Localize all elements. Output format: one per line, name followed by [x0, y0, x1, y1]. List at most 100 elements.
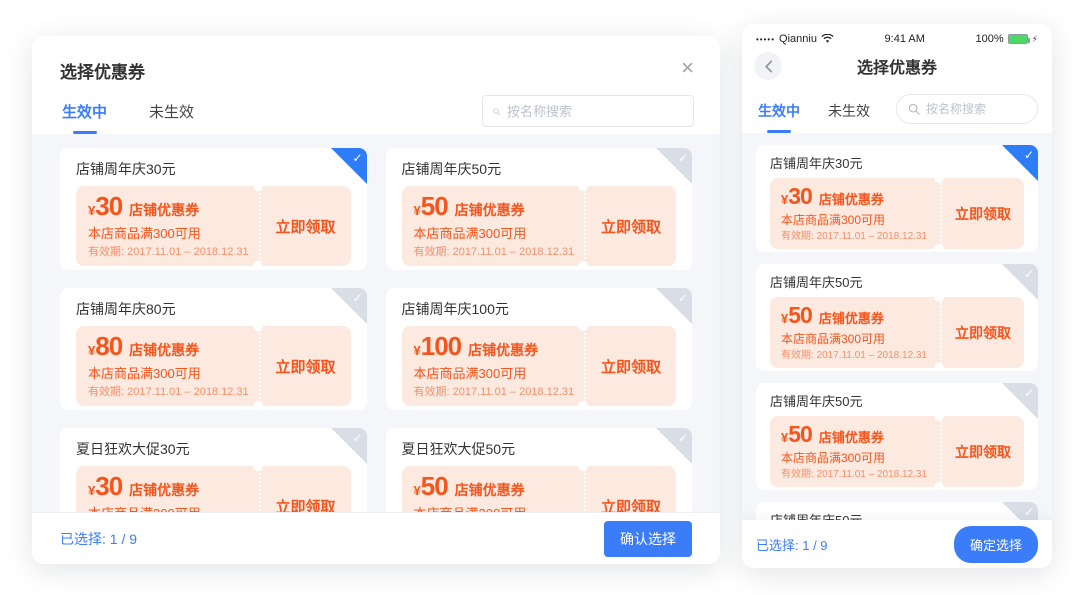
- coupon-info: ¥100店铺优惠券 本店商品满300可用 有效期: 2017.11.01 – 2…: [402, 326, 585, 406]
- tab-active-coupons[interactable]: 生效中: [60, 89, 109, 134]
- search-box: [482, 95, 694, 127]
- selected-count: 已选择: 1 / 9: [60, 529, 137, 549]
- coupon-validity: 有效期: 2017.11.01 – 2018.12.31: [781, 230, 929, 243]
- coupon-card-title: 店铺周年庆30元: [770, 155, 1024, 172]
- coupon-validity: 有效期: 2017.11.01 – 2018.12.31: [414, 385, 573, 399]
- mobile-search-box: [896, 94, 1038, 124]
- coupon-condition: 本店商品满300可用: [88, 225, 247, 242]
- confirm-button[interactable]: 确认选择: [604, 521, 692, 557]
- signal-dots-icon: •••••: [756, 35, 775, 44]
- coupon-condition: 本店商品满300可用: [781, 213, 929, 228]
- coupon-card-title: 夏日狂欢大促50元: [402, 440, 677, 458]
- wifi-icon: [821, 34, 834, 44]
- coupon-amount-row: ¥30店铺优惠券: [88, 473, 247, 504]
- coupon-type-label: 店铺优惠券: [819, 192, 884, 207]
- mobile-tab-active-coupons[interactable]: 生效中: [756, 91, 802, 133]
- mobile-footer: 已选择: 1 / 9 确定选择: [742, 520, 1052, 568]
- coupon-card-title: 店铺周年庆30元: [76, 160, 351, 178]
- carrier-label: Qianniu: [779, 33, 817, 45]
- claim-button[interactable]: 立即领取: [259, 186, 351, 266]
- coupon-amount-row: ¥50店铺优惠券: [414, 193, 573, 224]
- coupon-card-title: 店铺周年庆50元: [770, 274, 1024, 291]
- coupon-validity: 有效期: 2017.11.01 – 2018.12.31: [88, 385, 247, 399]
- coupon-card-title: 店铺周年庆50元: [770, 393, 1024, 410]
- coupon-condition: 本店商品满300可用: [414, 225, 573, 242]
- coupon-info: ¥30店铺优惠券 本店商品满300可用 有效期: 2017.11.01 – 20…: [770, 178, 940, 249]
- coupon-amount: 30: [95, 191, 122, 221]
- coupon-info: ¥80店铺优惠券 本店商品满300可用 有效期: 2017.11.01 – 20…: [76, 326, 259, 406]
- claim-button-label: 立即领取: [601, 216, 661, 237]
- coupon-card-title: 店铺周年庆80元: [76, 300, 351, 318]
- coupon-grid: 店铺周年庆30元 ✓ ¥30 店铺优惠券 本店商品满300可用 有效期: 2017…: [60, 148, 692, 512]
- coupon-ticket: ¥50店铺优惠券 本店商品满300可用 有效期: 2017.11.01 – 20…: [402, 466, 677, 512]
- coupon-amount: 30: [95, 471, 122, 501]
- coupon-card[interactable]: 夏日狂欢大促50元 ✓ ¥50店铺优惠券 本店商品满300可用 有效期: 201…: [386, 428, 693, 512]
- close-icon[interactable]: ×: [681, 58, 694, 78]
- coupon-condition: 本店商品满300可用: [88, 365, 247, 382]
- claim-button-label: 立即领取: [955, 323, 1011, 343]
- coupon-card[interactable]: 店铺周年庆30元 ✓ ¥30店铺优惠券 本店商品满300可用 有效期: 2017…: [60, 148, 367, 270]
- coupon-amount: 50: [788, 302, 812, 328]
- coupon-info: ¥50店铺优惠券 本店商品满300可用 有效期: 2017.11.01 – 20…: [402, 186, 585, 266]
- coupon-validity: 有效期: 2017.11.01 – 2018.12.31: [88, 245, 247, 259]
- coupon-list-area: 店铺周年庆30元 ✓ ¥30 店铺优惠券 本店商品满300可用 有效期: 2017…: [32, 134, 720, 512]
- claim-button-label: 立即领取: [601, 356, 661, 377]
- tab-inactive-coupons[interactable]: 未生效: [147, 89, 196, 134]
- coupon-condition: 本店商品满300可用: [414, 505, 573, 512]
- coupon-card[interactable]: 店铺周年庆50元 ✓ ¥50店铺优惠券 本店商品满300可用 有效期: 2017…: [756, 264, 1038, 371]
- coupon-card[interactable]: 店铺周年庆50元 ✓ ¥50店铺优惠券 本店商品满300可用 有效期: 2017…: [386, 148, 693, 270]
- coupon-amount-row: ¥80店铺优惠券: [88, 333, 247, 364]
- checkmark-icon: ✓: [1024, 148, 1034, 162]
- coupon-condition: 本店商品满300可用: [781, 451, 929, 466]
- mobile-tab-inactive-coupons[interactable]: 未生效: [826, 91, 872, 133]
- coupon-amount: 30: [788, 183, 812, 209]
- coupon-type-label: 店铺优惠券: [129, 482, 199, 498]
- claim-button[interactable]: 立即领取: [259, 326, 351, 406]
- chevron-left-icon: [764, 60, 773, 73]
- checkmark-icon: ✓: [352, 151, 362, 165]
- modal-footer: 已选择: 1 / 9 确认选择: [32, 512, 720, 564]
- coupon-type-label: 店铺优惠券: [819, 430, 884, 445]
- checkmark-icon: ✓: [352, 291, 362, 305]
- coupon-amount: 50: [421, 471, 448, 501]
- coupon-card[interactable]: 店铺周年庆30元 ✓ ¥30店铺优惠券 本店商品满300可用 有效期: 2017…: [756, 145, 1038, 252]
- coupon-info: ¥50店铺优惠券 本店商品满300可用 有效期: 2017.11.01 – 20…: [770, 416, 940, 487]
- coupon-type-label: 店铺优惠券: [455, 482, 525, 498]
- modal-header: 选择优惠券 ×: [32, 36, 720, 83]
- coupon-info: ¥30店铺优惠券 本店商品满300可用 有效期: 2017.11.01 – 20…: [76, 186, 259, 266]
- coupon-card[interactable]: 夏日狂欢大促30元 ✓ ¥30店铺优惠券 本店商品满300可用 有效期: 201…: [60, 428, 367, 512]
- coupon-card[interactable]: 店铺周年庆80元 ✓ ¥80店铺优惠券 本店商品满300可用 有效期: 2017…: [60, 288, 367, 410]
- coupon-ticket: ¥80店铺优惠券 本店商品满300可用 有效期: 2017.11.01 – 20…: [76, 326, 351, 406]
- selected-count: 已选择: 1 / 9: [756, 535, 828, 554]
- claim-button[interactable]: 立即领取: [940, 297, 1024, 368]
- mobile-search-input[interactable]: [926, 102, 1026, 116]
- back-button[interactable]: [754, 52, 782, 80]
- claim-button-label: 立即领取: [955, 204, 1011, 224]
- claim-button[interactable]: 立即领取: [259, 466, 351, 512]
- claim-button[interactable]: 立即领取: [940, 178, 1024, 249]
- coupon-amount-row: ¥50店铺优惠券: [781, 303, 929, 331]
- checkmark-icon: ✓: [352, 431, 362, 445]
- claim-button[interactable]: 立即领取: [584, 326, 676, 406]
- coupon-amount-row: ¥50店铺优惠券: [781, 422, 929, 450]
- coupon-info: ¥50店铺优惠券 本店商品满300可用 有效期: 2017.11.01 – 20…: [402, 466, 585, 512]
- coupon-type-label: 店铺优惠券: [819, 311, 884, 326]
- coupon-picker-modal: 选择优惠券 × 生效中 未生效 店铺周年庆30元 ✓: [32, 36, 720, 564]
- search-input[interactable]: [507, 104, 683, 119]
- search-icon: [908, 103, 920, 115]
- coupon-validity: 有效期: 2017.11.01 – 2018.12.31: [781, 349, 929, 362]
- currency-symbol: ¥: [414, 483, 421, 498]
- coupon-card[interactable]: 店铺周年庆50元 ✓ ¥50店铺优惠券 本店商品满300可用 有效期: 2017…: [756, 383, 1038, 490]
- claim-button[interactable]: 立即领取: [940, 416, 1024, 487]
- claim-button[interactable]: 立即领取: [584, 466, 676, 512]
- coupon-card[interactable]: 店铺周年庆100元 ✓ ¥100店铺优惠券 本店商品满300可用 有效期: 20…: [386, 288, 693, 410]
- claim-button-label: 立即领取: [275, 216, 335, 237]
- tabs: 生效中 未生效: [60, 89, 196, 134]
- confirm-button[interactable]: 确定选择: [954, 526, 1038, 563]
- page-title: 选择优惠券: [60, 58, 145, 83]
- coupon-ticket: ¥50店铺优惠券 本店商品满300可用 有效期: 2017.11.01 – 20…: [402, 186, 677, 266]
- mobile-coupon-list: 店铺周年庆30元 ✓ ¥30店铺优惠券 本店商品满300可用 有效期: 2017…: [742, 133, 1052, 568]
- mobile-coupon-picker: ••••• Qianniu 9:41 AM 100% ⚡ 选择优惠券 生效中 未…: [742, 24, 1052, 568]
- claim-button[interactable]: 立即领取: [584, 186, 676, 266]
- coupon-type-label: 店铺优惠券: [129, 202, 199, 218]
